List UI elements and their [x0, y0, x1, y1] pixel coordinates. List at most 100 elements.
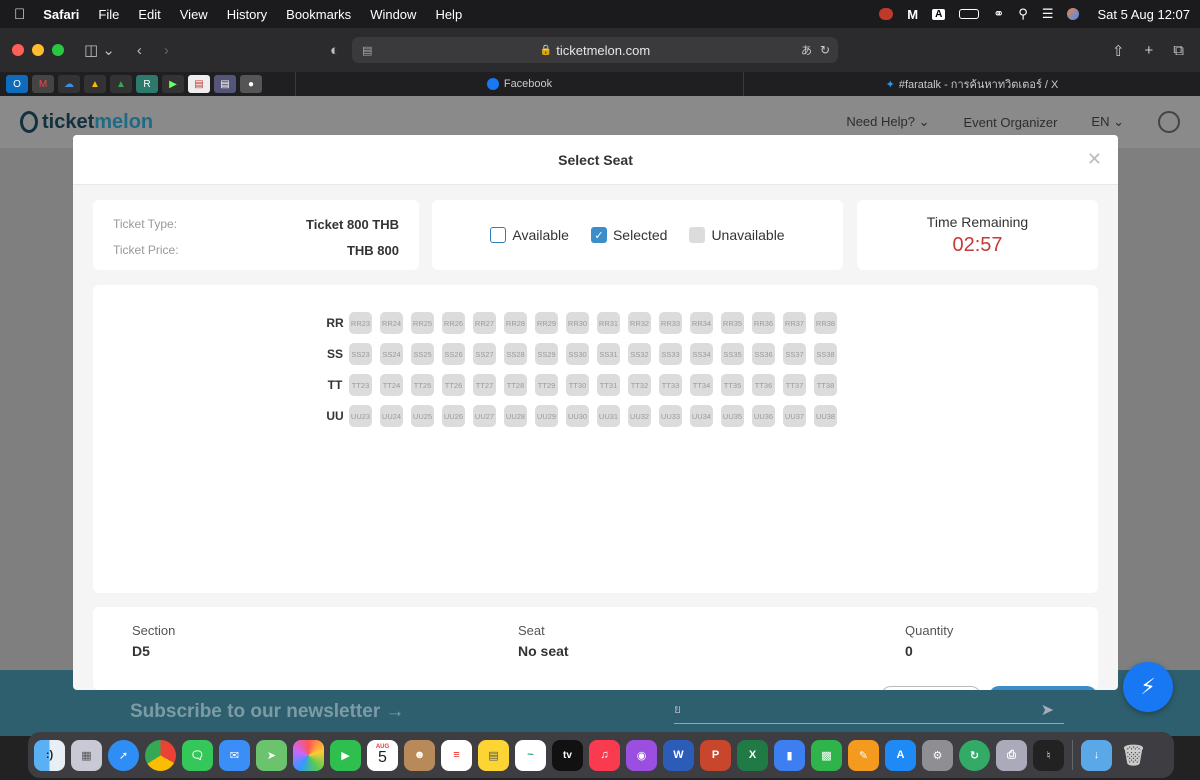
- seat-unavailable[interactable]: SS36: [752, 343, 775, 365]
- seat-unavailable[interactable]: RR30: [566, 312, 589, 334]
- seat-unavailable[interactable]: UU37: [783, 405, 806, 427]
- seat-unavailable[interactable]: UU25: [411, 405, 434, 427]
- back-button[interactable]: [881, 686, 981, 690]
- seat-unavailable[interactable]: UU32: [628, 405, 651, 427]
- seat-unavailable[interactable]: TT37: [783, 374, 806, 396]
- system-settings-icon[interactable]: ⚙: [922, 739, 953, 771]
- input-source-icon[interactable]: A: [932, 8, 946, 20]
- calendar-icon[interactable]: AUG 5: [367, 739, 398, 771]
- seat-unavailable[interactable]: TT35: [721, 374, 744, 396]
- menu-file[interactable]: File: [98, 7, 119, 22]
- forward-icon[interactable]: ›: [164, 42, 169, 59]
- seat-unavailable[interactable]: SS34: [690, 343, 713, 365]
- sync-app-icon[interactable]: ↻: [959, 739, 990, 771]
- seat-unavailable[interactable]: SS30: [566, 343, 589, 365]
- seat-unavailable[interactable]: UU28: [504, 405, 527, 427]
- keynote-icon[interactable]: ▮: [774, 739, 805, 771]
- seat-unavailable[interactable]: TT30: [566, 374, 589, 396]
- seat-unavailable[interactable]: RR38: [814, 312, 837, 334]
- seat-unavailable[interactable]: SS24: [380, 343, 403, 365]
- control-center-icon[interactable]: ☰: [1042, 6, 1054, 22]
- seat-unavailable[interactable]: SS26: [442, 343, 465, 365]
- doc-icon[interactable]: ▤: [188, 75, 210, 93]
- r-app-icon[interactable]: R: [136, 75, 158, 93]
- need-help-menu[interactable]: Need Help? ⌄: [846, 114, 929, 130]
- seat-unavailable[interactable]: UU27: [473, 405, 496, 427]
- seat-unavailable[interactable]: TT31: [597, 374, 620, 396]
- reload-icon[interactable]: ↻: [820, 43, 830, 57]
- seat-unavailable[interactable]: TT36: [752, 374, 775, 396]
- seat-unavailable[interactable]: TT28: [504, 374, 527, 396]
- seat-unavailable[interactable]: SS37: [783, 343, 806, 365]
- seat-unavailable[interactable]: UU24: [380, 405, 403, 427]
- seat-unavailable[interactable]: UU36: [752, 405, 775, 427]
- seat-unavailable[interactable]: UU38: [814, 405, 837, 427]
- ticketmelon-logo[interactable]: ticket melon: [20, 111, 153, 134]
- seat-unavailable[interactable]: TT34: [690, 374, 713, 396]
- seat-unavailable[interactable]: RR36: [752, 312, 775, 334]
- seat-unavailable[interactable]: SS28: [504, 343, 527, 365]
- ticketmelon-tab-icon[interactable]: ●: [240, 75, 262, 93]
- event-organizer-link[interactable]: Event Organizer: [963, 115, 1057, 130]
- seat-unavailable[interactable]: RR23: [349, 312, 372, 334]
- share-icon[interactable]: ⇧: [1112, 42, 1125, 60]
- safari-icon[interactable]: ➚: [108, 739, 139, 771]
- menu-history[interactable]: History: [227, 7, 267, 22]
- seat-unavailable[interactable]: TT32: [628, 374, 651, 396]
- seat-unavailable[interactable]: RR29: [535, 312, 558, 334]
- search-icon[interactable]: ⚲: [1018, 6, 1028, 22]
- seat-unavailable[interactable]: TT38: [814, 374, 837, 396]
- seat-unavailable[interactable]: SS38: [814, 343, 837, 365]
- translate-icon[interactable]: あ: [801, 42, 812, 58]
- photos-icon[interactable]: [293, 739, 324, 771]
- apple-tv-icon[interactable]: tv: [552, 739, 583, 771]
- google-drive-icon-2[interactable]: ▲: [110, 75, 132, 93]
- seat-unavailable[interactable]: RR37: [783, 312, 806, 334]
- tab-facebook[interactable]: Facebook: [295, 72, 743, 96]
- menu-window[interactable]: Window: [370, 7, 416, 22]
- seat-unavailable[interactable]: RR25: [411, 312, 434, 334]
- tab-overview-icon[interactable]: ⧉: [1173, 42, 1184, 60]
- seat-unavailable[interactable]: RR26: [442, 312, 465, 334]
- seat-unavailable[interactable]: SS27: [473, 343, 496, 365]
- app-store-icon[interactable]: A: [885, 739, 916, 771]
- seat-unavailable[interactable]: TT27: [473, 374, 496, 396]
- seat-unavailable[interactable]: UU35: [721, 405, 744, 427]
- language-select[interactable]: EN ⌄: [1091, 114, 1124, 130]
- gmail-icon[interactable]: M: [32, 75, 54, 93]
- messenger-chat-button[interactable]: ⚡: [1123, 662, 1173, 712]
- close-window-button[interactable]: [12, 44, 24, 56]
- confirm-button[interactable]: [989, 686, 1097, 690]
- seat-unavailable[interactable]: RR34: [690, 312, 713, 334]
- m-app-icon[interactable]: M: [907, 7, 918, 22]
- seat-unavailable[interactable]: SS23: [349, 343, 372, 365]
- freeform-icon[interactable]: ~: [515, 739, 546, 771]
- seat-unavailable[interactable]: RR32: [628, 312, 651, 334]
- siri-icon[interactable]: [1067, 8, 1080, 20]
- menu-view[interactable]: View: [180, 7, 208, 22]
- new-tab-icon[interactable]: +: [1145, 42, 1154, 60]
- seat-unavailable[interactable]: SS35: [721, 343, 744, 365]
- word-icon[interactable]: W: [663, 739, 694, 771]
- seat-unavailable[interactable]: TT23: [349, 374, 372, 396]
- seat-unavailable[interactable]: UU34: [690, 405, 713, 427]
- podcasts-icon[interactable]: ◉: [626, 739, 657, 771]
- seat-unavailable[interactable]: RR35: [721, 312, 744, 334]
- facetime-icon[interactable]: ▶: [330, 739, 361, 771]
- outlook-icon[interactable]: O: [6, 75, 28, 93]
- url-bar[interactable]: ▤ 🔒 ticketmelon.com あ ↻: [352, 37, 838, 63]
- sidebar-toggle-icon[interactable]: ◫ ⌄: [84, 41, 115, 59]
- seat-unavailable[interactable]: SS31: [597, 343, 620, 365]
- seat-unavailable[interactable]: UU23: [349, 405, 372, 427]
- seat-unavailable[interactable]: SS32: [628, 343, 651, 365]
- battery-icon[interactable]: [959, 9, 980, 19]
- trash-icon[interactable]: 🗑: [1118, 740, 1149, 771]
- music-icon[interactable]: ♫: [589, 739, 620, 771]
- seat-unavailable[interactable]: RR28: [504, 312, 527, 334]
- menu-edit[interactable]: Edit: [138, 7, 160, 22]
- newsletter-email-input[interactable]: ย ➤: [674, 702, 1064, 724]
- contacts-icon[interactable]: ☻: [404, 739, 435, 771]
- play-icon[interactable]: ▶: [162, 75, 184, 93]
- excel-icon[interactable]: X: [737, 739, 768, 771]
- mail-icon[interactable]: ✉: [219, 739, 250, 771]
